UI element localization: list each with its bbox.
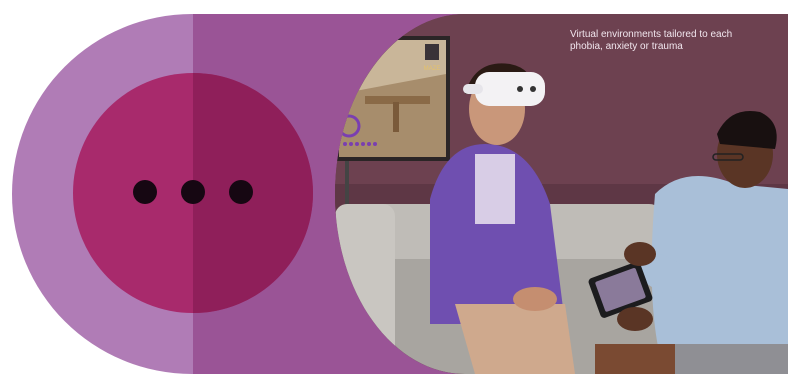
caption-line-1: Virtual environments tailored to each (570, 29, 733, 40)
dot-1 (133, 180, 157, 204)
photo-illustration: MAZE (335, 14, 788, 374)
vr-therapy-photo: MAZE (335, 14, 788, 374)
caption-line-2: phobia, anxiety or trauma (570, 41, 683, 52)
ellipsis-icon (133, 180, 253, 204)
dot-3 (229, 180, 253, 204)
tv-logo-text: MAZE (424, 66, 441, 72)
hero-banner: MAZE Virtual environments tailored to ea… (0, 0, 788, 374)
caption-text: Virtual environments tailored to each ph… (570, 29, 760, 53)
dot-2 (181, 180, 205, 204)
